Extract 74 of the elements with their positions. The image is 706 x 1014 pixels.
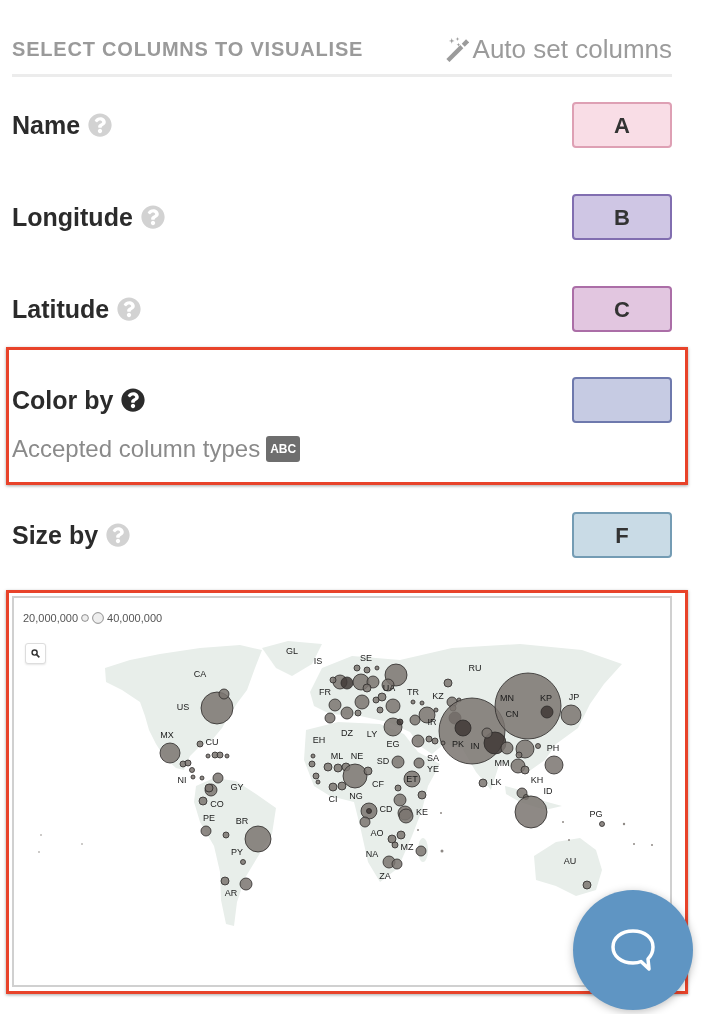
country-label: KE <box>416 807 428 817</box>
legend-circle-icon <box>81 614 90 622</box>
country-label: KZ <box>432 691 444 701</box>
column-label: Size by <box>12 522 99 548</box>
country-label: NA <box>365 849 379 859</box>
country-label: CF <box>372 779 384 789</box>
country-label: NG <box>349 791 363 801</box>
country-label: NE <box>350 751 364 761</box>
zoom-button[interactable] <box>25 643 46 664</box>
country-label: SE <box>360 653 372 663</box>
country-label: CI <box>328 794 338 804</box>
country-label: LK <box>490 777 502 787</box>
chat-button[interactable] <box>573 890 693 1010</box>
country-label: IN <box>470 741 480 751</box>
search-icon <box>31 649 40 658</box>
country-label: CA <box>193 669 207 679</box>
country-label: NI <box>177 775 187 785</box>
column-label: Name <box>12 112 81 138</box>
country-label: BR <box>235 816 249 826</box>
country-label: CO <box>210 799 224 809</box>
country-label: DZ <box>341 728 353 738</box>
country-label: PG <box>589 809 603 819</box>
country-label: PH <box>546 743 560 753</box>
country-label: EG <box>386 739 400 749</box>
column-label: Latitude <box>12 296 110 322</box>
country-label: FR <box>319 687 331 697</box>
country-label: CN <box>505 709 519 719</box>
country-label: ID <box>543 786 553 796</box>
country-label: PK <box>452 739 464 749</box>
country-label: CU <box>205 737 219 747</box>
column-slot[interactable]: C <box>572 286 672 332</box>
country-label: IS <box>313 656 323 666</box>
column-label: Color by <box>12 387 114 413</box>
country-label: MZ <box>400 842 414 852</box>
country-label: PY <box>231 847 243 857</box>
country-label: UA <box>382 683 396 693</box>
country-label: GL <box>286 646 298 656</box>
legend-circle-icon <box>92 612 105 624</box>
country-label: PE <box>203 813 215 823</box>
country-label: ET <box>406 774 418 784</box>
country-label: CD <box>379 804 393 814</box>
country-label: AR <box>224 888 238 898</box>
country-label: AU <box>563 856 577 866</box>
country-label: TR <box>407 687 419 697</box>
legend-max-label: 40,000,000 <box>107 612 163 624</box>
magic-wand-icon <box>445 36 469 62</box>
country-label: KH <box>530 775 544 785</box>
help-icon[interactable] <box>121 388 146 412</box>
speech-bubble-icon <box>609 928 657 972</box>
country-label: SD <box>376 756 390 766</box>
country-label: JP <box>568 692 580 702</box>
country-label: YE <box>427 764 439 774</box>
country-label: MM <box>494 758 510 768</box>
country-label: GY <box>230 782 244 792</box>
country-label: MN <box>500 693 514 703</box>
country-label: RU <box>468 663 482 673</box>
country-label: KP <box>540 693 552 703</box>
country-label: SA <box>427 753 439 763</box>
country-label: EH <box>312 735 326 745</box>
column-slot[interactable] <box>572 377 672 423</box>
country-label: MX <box>160 730 174 740</box>
country-label: AO <box>370 828 384 838</box>
country-label: ML <box>330 751 344 761</box>
column-slot[interactable]: F <box>572 512 672 558</box>
country-label: US <box>176 702 190 712</box>
accepted-types-label: Accepted column types <box>12 437 261 461</box>
country-label: ZA <box>379 871 391 881</box>
column-label: Longitude <box>12 204 133 230</box>
legend-min-label: 20,000,000 <box>23 612 79 624</box>
country-label: LY <box>366 729 378 739</box>
column-slot[interactable]: A <box>572 102 672 148</box>
text-type-badge: ABC <box>266 436 301 462</box>
column-slot[interactable]: B <box>572 194 672 240</box>
section-title: SELECT COLUMNS TO VISUALISE <box>12 37 364 62</box>
